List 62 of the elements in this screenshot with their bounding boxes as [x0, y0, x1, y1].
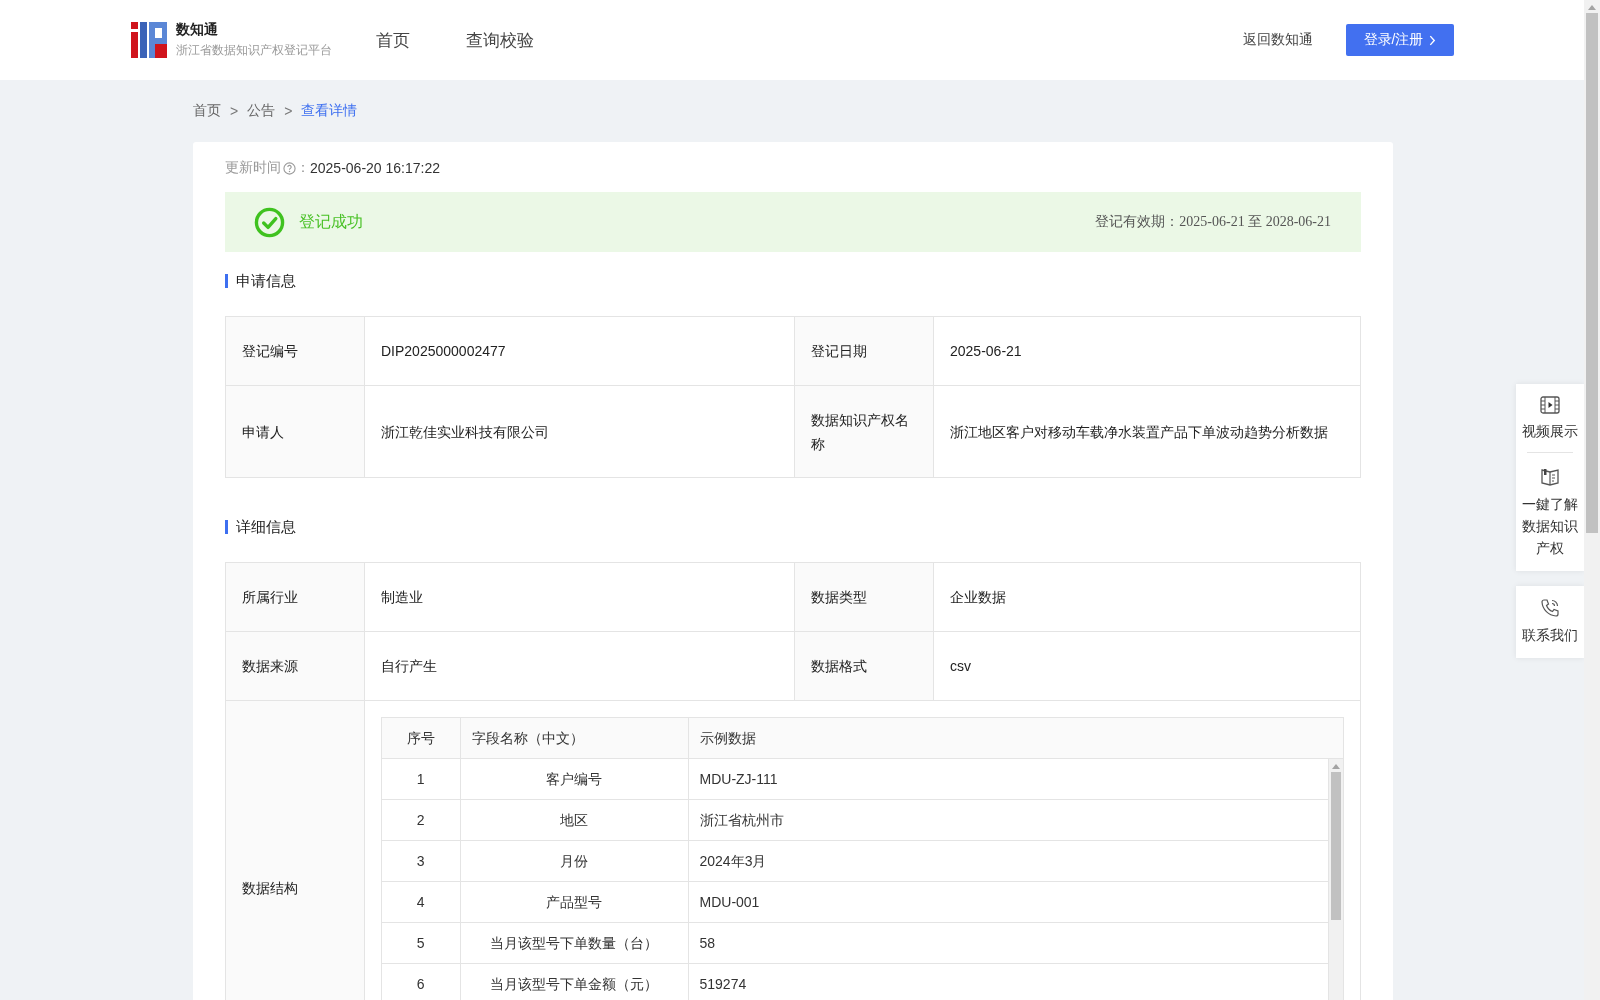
scrollbar[interactable] — [1584, 0, 1600, 1000]
table-cell: 地区 — [460, 799, 688, 841]
table-cell: 5 — [382, 922, 460, 964]
field-value: csv — [933, 631, 1361, 701]
table-cell: 4 — [382, 881, 460, 923]
column-header: 字段名称（中文） — [460, 718, 688, 759]
field-label: 登记日期 — [794, 316, 934, 386]
side-panel-link[interactable]: 一鍵了解数据知识产权 — [1522, 467, 1578, 559]
column-header: 示例数据 — [688, 718, 1343, 759]
contact-link[interactable]: 联系我们 — [1522, 598, 1578, 646]
phone-icon — [1540, 598, 1560, 618]
scrollbar[interactable] — [1328, 759, 1343, 1000]
colon-text: ： — [296, 159, 310, 177]
film-icon — [1540, 396, 1560, 414]
status-text: 登记成功 — [299, 211, 363, 232]
update-time-label: 更新时间 — [225, 159, 281, 177]
book-icon — [1540, 467, 1560, 487]
table-cell: 客户编号 — [460, 758, 688, 800]
side-panel-link[interactable]: 视频展示 — [1522, 396, 1578, 442]
help-icon[interactable] — [283, 161, 296, 175]
field-label: 数据结构 — [225, 700, 365, 1000]
chevron-icon — [1429, 34, 1437, 46]
section-title: 详细信息 — [225, 520, 1361, 534]
breadcrumb-link[interactable]: 公告 — [247, 102, 276, 120]
breadcrumb-link[interactable]: 首页 — [193, 102, 221, 120]
field-value: 企业数据 — [933, 562, 1361, 632]
field-value: 制造业 — [364, 562, 795, 632]
field-label: 数据格式 — [794, 631, 934, 701]
nav-link[interactable]: 首页 — [376, 28, 410, 52]
scroll-up-icon[interactable] — [1332, 763, 1340, 769]
field-label: 所属行业 — [225, 562, 365, 632]
check-circle-icon — [254, 206, 285, 238]
breadcrumb-separator: > — [230, 103, 239, 119]
table-cell: 3 — [382, 840, 460, 882]
back-link[interactable]: 返回数知通 — [1243, 31, 1313, 49]
field-label: 数据类型 — [794, 562, 934, 632]
field-label: 登记编号 — [225, 316, 365, 386]
table-cell: 当月该型号下单数量（台） — [460, 922, 688, 964]
field-label: 数据来源 — [225, 631, 365, 701]
logo-icon — [131, 22, 167, 58]
update-time-value: 2025-06-20 16:17:22 — [310, 160, 440, 176]
field-value: 浙江地区客户对移动车载净水装置产品下单波动趋势分析数据 — [933, 385, 1361, 478]
table-cell: 2 — [382, 799, 460, 841]
field-label: 申请人 — [225, 385, 365, 478]
scroll-up-icon[interactable] — [1588, 4, 1596, 10]
field-label: 数据知识产权名称 — [794, 385, 934, 478]
table-cell: 月份 — [460, 840, 688, 882]
table-cell: 1 — [382, 758, 460, 800]
breadcrumb-separator: > — [284, 103, 293, 119]
table-cell: 产品型号 — [460, 881, 688, 923]
column-header: 序号 — [382, 718, 460, 759]
login-button[interactable]: 登录/注册 — [1346, 24, 1454, 56]
logo-subtitle: 浙江省数据知识产权登记平台 — [176, 42, 332, 59]
breadcrumb-link[interactable]: 查看详情 — [301, 102, 358, 120]
field-value: DIP2025000002477 — [364, 316, 795, 386]
section-title: 申请信息 — [225, 274, 1361, 288]
validity-text: 登记有效期：2025-06-21 至 2028-06-21 — [1095, 213, 1331, 231]
field-value: 浙江乾佳实业科技有限公司 — [364, 385, 795, 478]
field-value: 自行产生 — [364, 631, 795, 701]
nav-link[interactable]: 查询校验 — [466, 28, 534, 52]
logo-title: 数知通 — [176, 21, 219, 39]
field-value: 2025-06-21 — [933, 316, 1361, 386]
